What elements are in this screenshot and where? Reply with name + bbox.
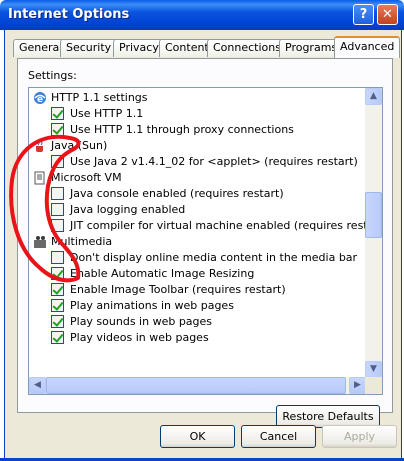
item-label: Java console enabled (requires restart) (70, 187, 284, 200)
ok-button[interactable]: OK (160, 425, 235, 448)
internet-options-window: Internet Options ? ✕ General Security Pr… (0, 0, 404, 461)
checkbox[interactable] (51, 107, 64, 120)
java-cup-icon (36, 140, 43, 152)
title-bar[interactable]: Internet Options ? ✕ (0, 0, 404, 30)
group-label: Multimedia (51, 235, 113, 248)
checkbox[interactable] (51, 187, 64, 200)
checkbox[interactable] (51, 219, 64, 232)
advanced-panel: Settings: e HTTP 1.1 settings Use HTTP 1… (17, 58, 393, 428)
window-title: Internet Options (8, 7, 130, 22)
multimedia-icon (34, 236, 46, 248)
settings-list-content: e HTTP 1.1 settings Use HTTP 1.1 Use HTT… (29, 88, 366, 378)
vertical-scrollbar[interactable]: ▲ ▼ (365, 88, 382, 378)
settings-list[interactable]: e HTTP 1.1 settings Use HTTP 1.1 Use HTT… (28, 87, 383, 395)
checkbox[interactable] (51, 155, 64, 168)
group-label: Microsoft VM (51, 171, 122, 184)
scroll-up-arrow-icon[interactable]: ▲ (365, 88, 382, 105)
item-label: Use HTTP 1.1 through proxy connections (70, 123, 294, 136)
item-label: Enable Image Toolbar (requires restart) (70, 283, 286, 296)
scroll-corner (365, 377, 382, 394)
ie-globe-icon: e (34, 92, 46, 105)
scroll-left-arrow-icon[interactable]: ◀ (29, 377, 46, 394)
checkbox[interactable] (51, 315, 64, 328)
dialog-body: General Security Privacy Content Connect… (4, 30, 402, 459)
svg-text:e: e (37, 95, 43, 105)
checkbox[interactable] (51, 251, 64, 264)
tab-connections[interactable]: Connections (207, 39, 287, 57)
checkbox[interactable] (51, 299, 64, 312)
document-icon (34, 171, 45, 185)
help-button[interactable]: ? (353, 4, 374, 25)
item-label: Don't display online media content in th… (70, 251, 358, 264)
h-scroll-thumb[interactable] (46, 377, 346, 394)
scroll-right-arrow-icon[interactable]: ▶ (349, 377, 366, 394)
group-label: Java (Sun) (51, 139, 108, 152)
checkbox[interactable] (51, 283, 64, 296)
item-label: Java logging enabled (70, 203, 186, 216)
settings-label: Settings: (28, 69, 77, 82)
item-label: Use Java 2 v1.4.1_02 for <applet> (requi… (70, 155, 358, 168)
checkbox[interactable] (51, 331, 64, 344)
checkbox[interactable] (51, 203, 64, 216)
tab-advanced[interactable]: Advanced (334, 36, 401, 58)
group-label: HTTP 1.1 settings (51, 91, 148, 104)
item-label: Enable Automatic Image Resizing (70, 267, 255, 280)
checkbox[interactable] (51, 267, 64, 280)
item-label: JIT compiler for virtual machine enabled… (70, 219, 366, 232)
horizontal-scrollbar[interactable]: ◀ ▶ (29, 377, 366, 394)
apply-button[interactable]: Apply (322, 425, 397, 448)
scroll-down-arrow-icon[interactable]: ▼ (365, 361, 382, 378)
item-label: Use HTTP 1.1 (70, 107, 144, 120)
item-label: Play animations in web pages (70, 299, 234, 312)
cancel-button[interactable]: Cancel (241, 425, 316, 448)
tab-privacy[interactable]: Privacy (113, 39, 165, 57)
scroll-thumb[interactable] (365, 192, 382, 238)
item-label: Play videos in web pages (70, 331, 209, 344)
item-label: Play sounds in web pages (70, 315, 213, 328)
close-button[interactable]: ✕ (377, 4, 398, 25)
checkbox[interactable] (51, 123, 64, 136)
tab-security[interactable]: Security (60, 39, 118, 57)
